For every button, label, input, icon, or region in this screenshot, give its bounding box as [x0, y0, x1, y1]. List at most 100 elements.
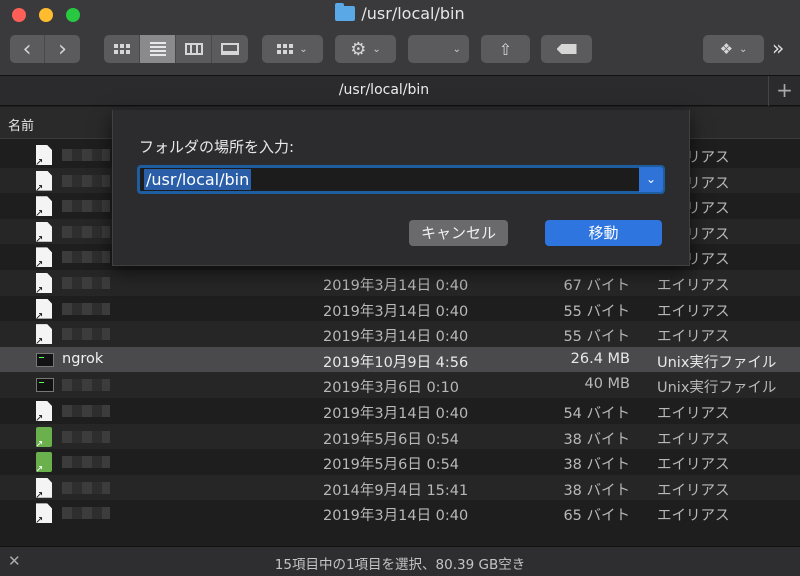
modified-date: 2019年10月9日 4:56: [323, 354, 469, 371]
name-column-header[interactable]: 名前: [8, 115, 34, 134]
new-tab-button[interactable]: +: [768, 76, 800, 106]
folder-path-value: /usr/local/bin: [144, 169, 252, 190]
gallery-view-icon: [221, 43, 239, 55]
alias-file-icon: [36, 298, 52, 319]
back-button[interactable]: ‹: [10, 35, 45, 63]
cancel-button[interactable]: キャンセル: [409, 220, 508, 246]
file-kind: エイリアス: [657, 508, 730, 525]
tags-menu-button[interactable]: ⌄: [408, 35, 469, 63]
forward-button[interactable]: ›: [45, 35, 80, 63]
go-to-folder-dialog: フォルダの場所を入力: /usr/local/bin ⌄ キャンセル 移動: [112, 110, 690, 266]
table-row[interactable]: 2019年5月6日 0:54 38 バイト エイリアス: [0, 449, 800, 475]
dialog-prompt: フォルダの場所を入力:: [139, 138, 295, 156]
alias-file-icon: [36, 272, 52, 293]
history-dropdown-button[interactable]: ⌄: [639, 167, 663, 192]
action-button[interactable]: ⚙ ⌄: [335, 35, 396, 63]
file-size: 67 バイト: [563, 277, 630, 294]
redacted-file-name: [62, 328, 110, 341]
chevron-down-icon: ⌄: [739, 43, 748, 55]
redacted-file-name: [62, 149, 110, 161]
table-row[interactable]: 2019年3月6日 0:10 40 MB Unix実行ファイル: [0, 372, 800, 398]
alias-file-icon: [36, 477, 52, 498]
group-icon: [277, 44, 294, 54]
table-row[interactable]: 2019年3月14日 0:40 55 バイト エイリアス: [0, 296, 800, 322]
status-text: 15項目中の1項目を選択、80.39 GB空き: [274, 557, 526, 573]
redacted-file-name: [62, 456, 110, 469]
redacted-file-name: [62, 302, 110, 315]
dropbox-icon: ❖: [719, 40, 734, 58]
title-bar: /usr/local/bin ‹ › ⌄ ⚙ ⌄ ⌄ ⇧ ❖ ⌄ »: [0, 0, 800, 76]
current-tab[interactable]: /usr/local/bin: [0, 82, 768, 98]
alias-file-icon: [36, 324, 52, 345]
status-bar: ✕ 15項目中の1項目を選択、80.39 GB空き: [0, 546, 800, 576]
file-kind: Unix実行ファイル: [657, 380, 777, 397]
modified-date: 2014年9月4日 15:41: [323, 482, 469, 499]
chevron-down-icon: ⌄: [372, 43, 381, 55]
file-size: 26.4 MB: [570, 350, 630, 367]
alias-file-icon: [36, 503, 52, 524]
file-kind: エイリアス: [657, 405, 730, 422]
alias-file-icon: [36, 170, 52, 191]
tab-bar: /usr/local/bin +: [0, 76, 800, 106]
alias-file-icon: [35, 452, 52, 475]
redacted-file-name: [62, 174, 110, 187]
file-size: 55 バイト: [563, 329, 630, 346]
file-size: 55 バイト: [563, 303, 630, 320]
executable-file-icon: [36, 352, 54, 367]
file-kind: エイリアス: [657, 457, 730, 474]
navigation-group: ‹ ›: [10, 35, 80, 63]
redacted-file-name: [62, 481, 110, 494]
folder-icon: [335, 3, 356, 21]
redacted-file-name: [62, 251, 110, 264]
alias-file-icon: [35, 426, 52, 450]
executable-file-icon: [36, 378, 54, 393]
alias-file-icon: [36, 247, 52, 268]
group-by-button[interactable]: ⌄: [262, 35, 323, 63]
table-row[interactable]: 2019年3月14日 0:40 54 バイト エイリアス: [0, 398, 800, 424]
table-row[interactable]: 2019年3月14日 0:40 67 バイト エイリアス: [0, 269, 800, 296]
file-kind: エイリアス: [657, 303, 730, 320]
file-size: 54 バイト: [563, 405, 630, 422]
icon-view-icon: [113, 44, 130, 54]
redacted-file-name: [62, 225, 110, 238]
window-title: /usr/local/bin: [0, 3, 800, 23]
table-row[interactable]: 2014年9月4日 15:41 38 バイト エイリアス: [0, 474, 800, 501]
gallery-view-button[interactable]: [212, 35, 248, 63]
redacted-file-name: [62, 430, 110, 443]
chevron-down-icon: ⌄: [299, 43, 308, 55]
file-size: 38 バイト: [563, 457, 630, 474]
file-name: ngrok: [62, 350, 104, 367]
list-view-button[interactable]: [140, 35, 176, 63]
modified-date: 2019年3月14日 0:40: [323, 508, 469, 525]
chevron-down-icon: ⌄: [645, 172, 657, 186]
tag-button[interactable]: [541, 35, 592, 63]
column-view-button[interactable]: [176, 35, 212, 63]
table-row[interactable]: 2019年5月6日 0:54 38 バイト エイリアス: [0, 423, 800, 450]
toolbar-overflow-button[interactable]: »: [772, 36, 784, 60]
alias-file-icon: [36, 145, 52, 165]
view-mode-group: [104, 35, 248, 63]
alias-file-icon: [36, 400, 52, 421]
file-kind: Unix実行ファイル: [657, 354, 777, 371]
icon-view-button[interactable]: [104, 35, 140, 63]
share-button[interactable]: ⇧: [481, 35, 530, 63]
modified-date: 2019年3月14日 0:40: [323, 405, 469, 422]
alias-file-icon: [36, 221, 52, 242]
file-size: 40 MB: [584, 376, 630, 393]
modified-date: 2019年3月6日 0:10: [323, 380, 460, 397]
modified-date: 2019年3月14日 0:40: [323, 303, 469, 320]
redacted-file-name: [62, 276, 110, 289]
go-button[interactable]: 移動: [545, 220, 662, 246]
modified-date: 2019年3月14日 0:40: [323, 329, 469, 346]
modified-date: 2019年5月6日 0:54: [323, 457, 460, 474]
table-row[interactable]: 2019年3月14日 0:40 55 バイト エイリアス: [0, 321, 800, 347]
folder-path-input[interactable]: /usr/local/bin ⌄: [137, 165, 665, 194]
table-row[interactable]: 2019年3月14日 0:40 65 バイト エイリアス: [0, 500, 800, 526]
table-row[interactable]: ngrok 2019年10月9日 4:56 26.4 MB Unix実行ファイル: [0, 346, 800, 373]
file-kind: エイリアス: [657, 431, 730, 448]
chevron-down-icon: ⌄: [452, 43, 461, 55]
file-size: 38 バイト: [563, 482, 630, 499]
modified-date: 2019年5月6日 0:54: [323, 431, 460, 448]
dropbox-button[interactable]: ❖ ⌄: [703, 35, 764, 63]
file-size: 38 バイト: [563, 431, 630, 448]
